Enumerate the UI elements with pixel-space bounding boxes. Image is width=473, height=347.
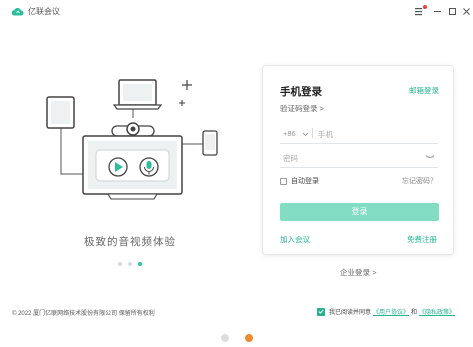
auto-login-checkbox[interactable]: 自动登录: [280, 176, 319, 186]
login-button[interactable]: 登录: [280, 203, 439, 221]
agreement-and: 和: [411, 310, 418, 316]
privacy-policy-link[interactable]: 《隐私政策》: [419, 307, 455, 316]
page-dot-active[interactable]: [245, 334, 253, 342]
title-bar: 亿联会议: [0, 0, 473, 24]
app-window: 亿联会议 极致的音视频体验 手机登录 邮箱登录 验证码登录 > +86 手机 密…: [0, 0, 473, 327]
agreement-prefix: 我已阅读并同意: [329, 310, 372, 316]
minimize-icon: [434, 11, 441, 12]
agreement-checkbox[interactable]: [317, 307, 325, 316]
slogan-text: 极致的音视频体验: [84, 236, 176, 248]
close-icon: [463, 8, 470, 15]
user-agreement-link[interactable]: 《用户协议》: [373, 307, 409, 316]
page-indicator: [221, 334, 253, 342]
code-login-link[interactable]: 验证码登录 >: [280, 103, 324, 114]
register-link[interactable]: 免费注册: [407, 234, 437, 245]
login-card: 手机登录 邮箱登录 验证码登录 > +86 手机 密码 自动登录 忘记密码？ 登…: [262, 65, 454, 255]
field-divider: [312, 128, 313, 138]
notification-dot: [423, 5, 427, 9]
carousel-dot[interactable]: [128, 262, 132, 266]
maximize-icon: [449, 8, 456, 15]
phone-field[interactable]: +86 手机: [280, 124, 438, 144]
mail-login-link[interactable]: 邮箱登录: [409, 85, 439, 96]
check-icon: [318, 309, 324, 314]
join-meeting-link[interactable]: 加入会议: [280, 234, 310, 245]
hide-password-icon[interactable]: [425, 154, 435, 160]
page-dot[interactable]: [221, 334, 229, 342]
phone-input[interactable]: 手机: [318, 129, 333, 140]
country-code-select[interactable]: +86: [283, 129, 309, 138]
minimize-button[interactable]: [431, 5, 444, 18]
chevron-down-icon: [302, 132, 309, 136]
enterprise-login-link[interactable]: 企业登录 >: [340, 267, 376, 278]
agreement-row: 我已阅读并同意 《用户协议》 和 《隐私政策》: [317, 307, 457, 316]
country-code-value: +86: [283, 129, 296, 138]
carousel-dot-active[interactable]: [138, 262, 142, 266]
login-title: 手机登录: [280, 86, 322, 98]
copyright-text: © 2022 厦门亿联网络技术股份有限公司 保留所有权利: [12, 311, 155, 317]
menu-button[interactable]: [413, 5, 427, 18]
carousel-indicator: [118, 262, 142, 266]
password-input[interactable]: 密码: [283, 153, 298, 164]
close-button[interactable]: [460, 5, 473, 18]
forgot-password-link[interactable]: 忘记密码？: [402, 176, 437, 186]
checkbox-icon[interactable]: [280, 177, 287, 185]
app-title: 亿联会议: [28, 7, 60, 16]
conference-illustration: [46, 79, 218, 200]
password-field[interactable]: 密码: [280, 148, 438, 168]
auto-login-label: 自动登录: [291, 178, 319, 185]
maximize-button[interactable]: [446, 5, 459, 18]
cloud-logo-icon: [11, 8, 24, 16]
carousel-dot[interactable]: [118, 262, 122, 266]
